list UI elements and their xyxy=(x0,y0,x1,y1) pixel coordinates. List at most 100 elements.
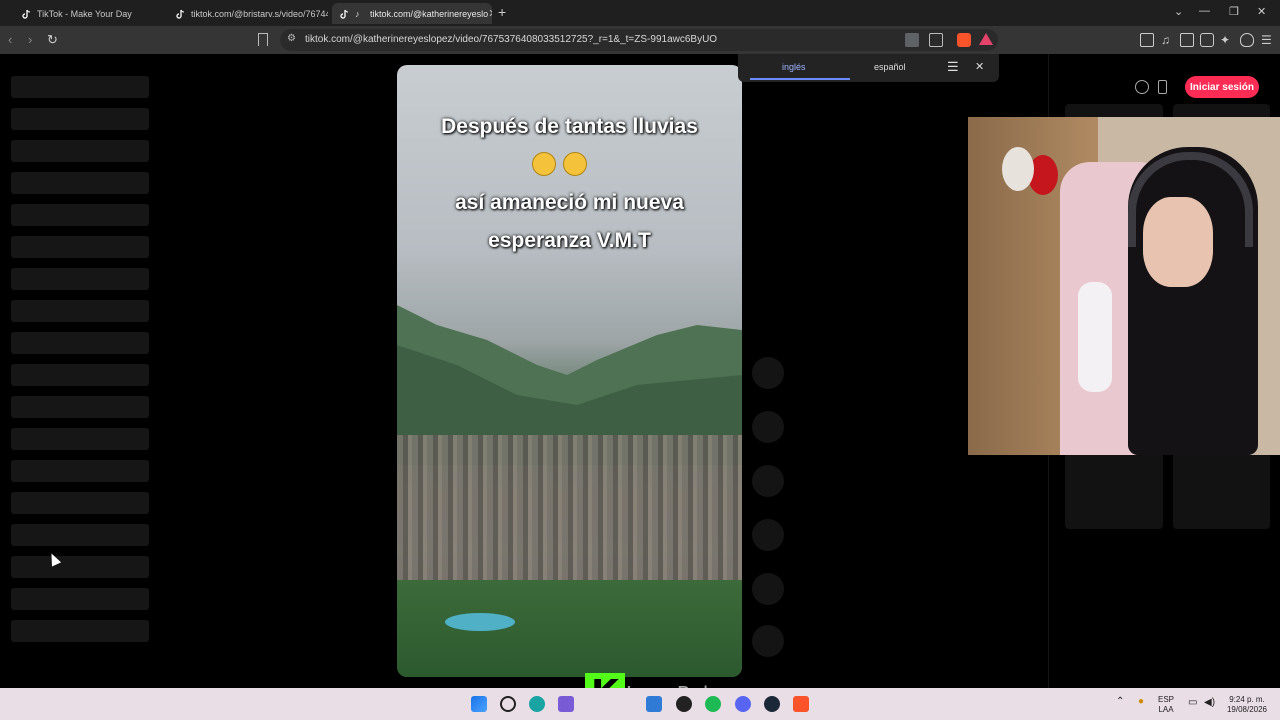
screen: TikTok - Make Your Day tiktok.com/@brist… xyxy=(0,0,1280,720)
login-button[interactable]: Iniciar sesión xyxy=(1185,76,1259,98)
url-text: tiktok.com/@katherinereyeslopez/video/76… xyxy=(305,34,718,45)
network-icon[interactable]: ▭ xyxy=(1188,698,1197,708)
skeleton-item xyxy=(11,108,149,130)
skeleton-item xyxy=(11,236,149,258)
skeleton-item xyxy=(11,460,149,482)
tab-list-chevron-icon[interactable]: ⌄ xyxy=(1174,5,1183,18)
vpn-icon[interactable] xyxy=(1240,33,1254,47)
skeleton-item xyxy=(11,300,149,322)
pleading-face-icon xyxy=(563,152,587,176)
skeleton-item xyxy=(11,76,149,98)
tiktok-favicon-icon xyxy=(22,9,32,19)
search-icon[interactable] xyxy=(500,696,516,712)
like-button[interactable] xyxy=(752,411,784,443)
new-tab-button[interactable]: + xyxy=(498,4,506,20)
volume-icon[interactable]: ◀) xyxy=(1204,698,1215,708)
brave-rewards-icon[interactable] xyxy=(979,33,993,45)
skeleton-item xyxy=(11,588,149,610)
skeleton-item xyxy=(11,172,149,194)
disappointed-face-icon xyxy=(532,152,556,176)
tab-strip: TikTok - Make Your Day tiktok.com/@brist… xyxy=(0,0,1280,26)
caption-line-4: esperanza V.M.T xyxy=(488,229,651,252)
active-tab-underline xyxy=(750,78,850,80)
address-bar[interactable]: ⚙ tiktok.com/@katherinereyeslopez/video/… xyxy=(280,29,998,51)
brave-icon[interactable] xyxy=(793,696,809,712)
media-controls-icon[interactable]: ♫ xyxy=(1161,33,1175,47)
share-button[interactable] xyxy=(752,573,784,605)
compass-icon[interactable] xyxy=(1135,80,1149,94)
translate-icon[interactable] xyxy=(905,33,919,47)
park-area xyxy=(397,580,742,677)
site-info-icon[interactable]: ⚙ xyxy=(287,33,296,44)
obs-icon[interactable] xyxy=(676,696,692,712)
pool xyxy=(445,613,515,631)
translate-menu-icon[interactable]: ☰ xyxy=(947,59,959,75)
forward-button[interactable]: › xyxy=(28,32,32,47)
speaker-icon[interactable]: ♪ xyxy=(355,9,365,19)
tab-bristarv-video[interactable]: tiktok.com/@bristarv.s/video/76744 xyxy=(168,3,328,24)
microphone xyxy=(1078,282,1112,392)
layout-code: LAA xyxy=(1158,705,1174,714)
translate-bar: inglés español ☰ ✕ xyxy=(738,54,999,82)
comment-button[interactable] xyxy=(752,465,784,497)
skeleton-item xyxy=(11,204,149,226)
tab-title: TikTok - Make Your Day xyxy=(37,8,132,19)
discord-icon[interactable] xyxy=(735,696,751,712)
save-button[interactable] xyxy=(752,519,784,551)
skeleton-item xyxy=(11,428,149,450)
clock-time: 9:24 p. m. xyxy=(1229,695,1265,704)
browser-toolbar: ‹ › ↻ ⚙ tiktok.com/@katherinereyeslopez/… xyxy=(0,26,1280,54)
tiktok-favicon-icon xyxy=(340,9,350,19)
skeleton-item xyxy=(11,620,149,642)
store-icon[interactable] xyxy=(558,696,574,712)
start-button-icon[interactable] xyxy=(471,696,487,712)
brave-shields-icon[interactable] xyxy=(957,33,971,47)
wallet-icon[interactable] xyxy=(1200,33,1214,47)
tiktok-favicon-icon xyxy=(176,9,186,19)
tray-chevron-icon[interactable]: ⌃ xyxy=(1116,697,1124,707)
minimize-button[interactable]: — xyxy=(1199,5,1210,17)
caption-line-3: así amaneció mi nueva xyxy=(455,191,684,214)
skeleton-item xyxy=(11,332,149,354)
menu-icon[interactable]: ☰ xyxy=(1261,33,1275,47)
clock-date: 19/08/2026 xyxy=(1226,705,1268,714)
tab-title: tiktok.com/@katherinereyeslo xyxy=(370,8,489,19)
skeleton-item xyxy=(11,524,149,546)
skeleton-item xyxy=(11,140,149,162)
clock[interactable]: 9:24 p. m. 19/08/2026 xyxy=(1222,695,1272,715)
keyboard-layout[interactable]: ESP LAA xyxy=(1158,695,1174,715)
close-tab-icon[interactable]: ✕ xyxy=(488,7,492,20)
bookmark-icon[interactable] xyxy=(258,33,268,46)
language-code: ESP xyxy=(1158,695,1175,704)
skeleton-item xyxy=(11,556,149,578)
sidebar-icon[interactable] xyxy=(1180,33,1194,47)
tab-title: tiktok.com/@bristarv.s/video/76744 xyxy=(191,8,328,19)
caption-line-1: Después de tantas lluvias xyxy=(441,115,698,138)
edge-icon[interactable] xyxy=(529,696,545,712)
more-button[interactable] xyxy=(752,625,784,657)
video-player[interactable]: Después de tantas lluvias así amaneció m… xyxy=(397,65,742,677)
microphone-icon[interactable]: ● xyxy=(1138,697,1144,707)
maximize-button[interactable]: ❐ xyxy=(1229,5,1239,18)
tab-tiktok-home[interactable]: TikTok - Make Your Day xyxy=(14,3,166,24)
tab-katherine-video[interactable]: ♪ tiktok.com/@katherinereyeslo ✕ xyxy=(332,3,492,24)
close-translate-icon[interactable]: ✕ xyxy=(975,60,984,73)
device-icon[interactable] xyxy=(1158,80,1167,94)
back-button[interactable]: ‹ xyxy=(8,32,12,47)
white-plush xyxy=(1002,147,1034,191)
skeleton-item xyxy=(11,364,149,386)
skeleton-item xyxy=(11,396,149,418)
reload-button[interactable]: ↻ xyxy=(47,32,58,48)
spotify-icon[interactable] xyxy=(705,696,721,712)
avatar-action-button[interactable] xyxy=(752,357,784,389)
windows-taskbar xyxy=(0,688,1280,720)
target-language-tab[interactable]: español xyxy=(874,62,906,72)
app-icon[interactable] xyxy=(646,696,662,712)
extensions-icon[interactable] xyxy=(1140,33,1154,47)
source-language-tab[interactable]: inglés xyxy=(782,62,806,72)
leo-ai-icon[interactable]: ✦ xyxy=(1220,33,1234,47)
cast-icon[interactable] xyxy=(929,33,943,47)
steam-icon[interactable] xyxy=(764,696,780,712)
webcam-overlay xyxy=(968,117,1280,455)
close-window-button[interactable]: ✕ xyxy=(1257,5,1266,18)
